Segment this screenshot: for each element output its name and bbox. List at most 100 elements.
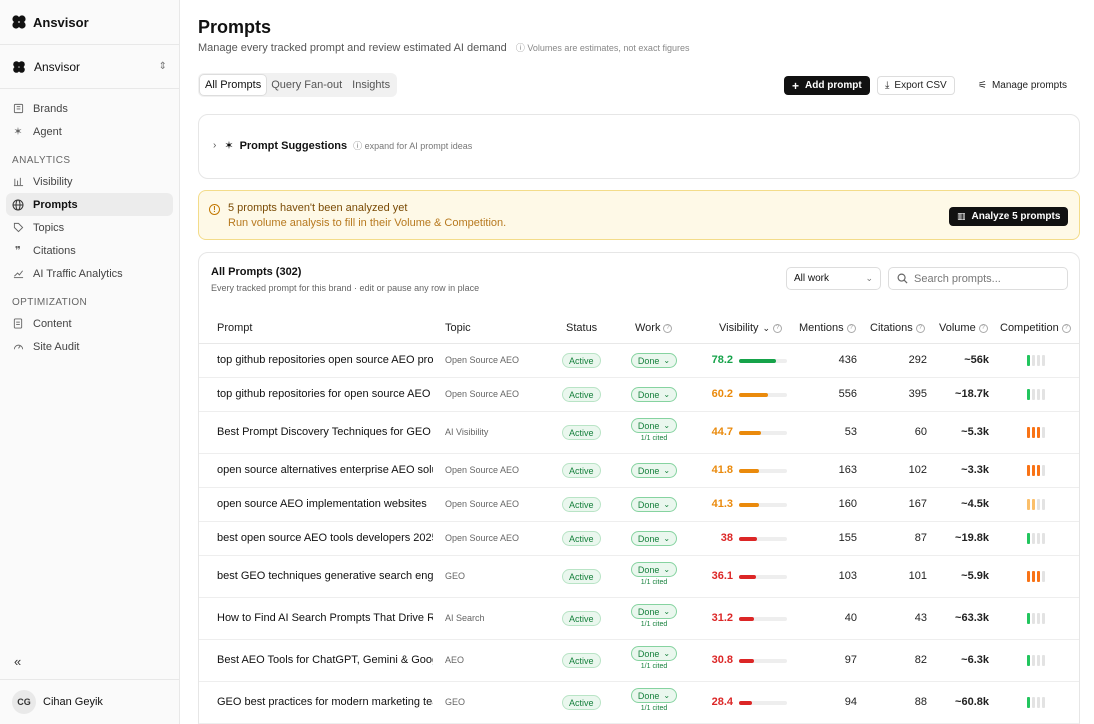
table-row[interactable]: open source alternatives enterprise AEO … xyxy=(199,454,1079,488)
work-done-badge[interactable]: Done ⌄ xyxy=(630,418,678,433)
work-status[interactable]: Done ⌄ 1/1 cited xyxy=(628,418,680,442)
sidebar-section-analytics: ANALYTICS xyxy=(12,155,71,166)
warning-body: Run volume analysis to fill in their Vol… xyxy=(228,217,507,229)
work-status[interactable]: Done ⌄ xyxy=(628,353,680,368)
status-badge[interactable]: Active xyxy=(562,653,601,668)
sidebar-item-content[interactable]: Content xyxy=(6,312,173,335)
work-done-badge[interactable]: Done ⌄ xyxy=(630,646,678,661)
work-done-badge[interactable]: Done ⌄ xyxy=(630,562,678,577)
sidebar-item-agent[interactable]: ✶ Agent xyxy=(6,120,173,143)
sidebar-item-site-audit[interactable]: Site Audit xyxy=(6,335,173,358)
status-badge[interactable]: Active xyxy=(562,353,601,368)
work-status[interactable]: Done ⌄ xyxy=(628,531,680,546)
status-badge[interactable]: Active xyxy=(562,569,601,584)
status-badge[interactable]: Active xyxy=(562,695,601,710)
table-row[interactable]: GEO best practices for modern marketing … xyxy=(199,682,1079,724)
export-csv-button[interactable]: ⤓ Export CSV xyxy=(877,76,955,95)
status-badge[interactable]: Active xyxy=(562,463,601,478)
column-header-competition[interactable]: Competition? xyxy=(1000,322,1071,334)
table-row[interactable]: Best AEO Tools for ChatGPT, Gemini & Goo… xyxy=(199,640,1079,682)
work-status[interactable]: Done ⌄ 1/1 cited xyxy=(628,562,680,586)
column-header-mentions[interactable]: Mentions? xyxy=(799,322,856,334)
analyze-prompts-button[interactable]: ▥ Analyze 5 prompts xyxy=(949,207,1069,226)
prompt-text[interactable]: Best Prompt Discovery Techniques for GEO xyxy=(217,426,433,438)
work-done-badge[interactable]: Done ⌄ xyxy=(630,463,678,478)
prompt-text[interactable]: How to Find AI Search Prompts That Drive… xyxy=(217,612,433,624)
column-header-work[interactable]: Work? xyxy=(635,322,673,334)
column-header-citations[interactable]: Citations? xyxy=(870,322,925,334)
work-status[interactable]: Done ⌄ 1/1 cited xyxy=(628,604,680,628)
cited-count: 1/1 cited xyxy=(640,663,668,670)
prompt-text[interactable]: open source alternatives enterprise AEO … xyxy=(217,464,433,476)
sidebar-item-citations[interactable]: ❞ Citations xyxy=(6,239,173,262)
prompt-text[interactable]: top github repositories open source AEO … xyxy=(217,354,433,366)
column-header-status[interactable]: Status xyxy=(566,322,597,334)
status-badge[interactable]: Active xyxy=(562,425,601,440)
citations-count: 60 xyxy=(914,426,927,438)
search-input[interactable] xyxy=(914,272,1054,285)
work-done-badge[interactable]: Done ⌄ xyxy=(630,387,678,402)
prompt-text[interactable]: best open source AEO tools developers 20… xyxy=(217,532,433,544)
status-badge[interactable]: Active xyxy=(562,387,601,402)
table-row[interactable]: top github repositories open source AEO … xyxy=(199,344,1079,378)
work-done-badge[interactable]: Done ⌄ xyxy=(630,497,678,512)
search-box[interactable] xyxy=(888,267,1068,290)
chevron-down-icon: ⌄ xyxy=(663,500,671,509)
table-row[interactable]: top github repositories for open source … xyxy=(199,378,1079,412)
work-status[interactable]: Done ⌄ xyxy=(628,387,680,402)
topic-text: Open Source AEO xyxy=(445,465,520,475)
work-done-badge[interactable]: Done ⌄ xyxy=(630,688,678,703)
prompt-text[interactable]: open source AEO implementation websites xyxy=(217,498,433,510)
column-header-prompt[interactable]: Prompt xyxy=(217,322,252,334)
user-menu[interactable]: CG Cihan Geyik xyxy=(0,679,179,724)
sidebar-item-visibility[interactable]: Visibility xyxy=(6,170,173,193)
sidebar-item-prompts[interactable]: Prompts xyxy=(6,193,173,216)
status-badge[interactable]: Active xyxy=(562,611,601,626)
chevron-down-icon: ⌄ xyxy=(663,607,671,616)
work-done-badge[interactable]: Done ⌄ xyxy=(630,604,678,619)
avatar: CG xyxy=(12,690,36,714)
column-header-volume[interactable]: Volume? xyxy=(939,322,988,334)
sidebar-item-brands[interactable]: Brands xyxy=(6,97,173,120)
sidebar-item-ai-traffic-analytics[interactable]: AI Traffic Analytics xyxy=(6,262,173,285)
sidebar-item-label: Content xyxy=(33,317,72,330)
topic-text: Open Source AEO xyxy=(445,499,520,509)
table-row[interactable]: best open source AEO tools developers 20… xyxy=(199,522,1079,556)
table-row[interactable]: open source AEO implementation websites O… xyxy=(199,488,1079,522)
work-status[interactable]: Done ⌄ xyxy=(628,497,680,512)
table-row[interactable]: best GEO techniques generative search en… xyxy=(199,556,1079,598)
prompt-text[interactable]: GEO best practices for modern marketing … xyxy=(217,696,433,708)
competition-bar xyxy=(1037,571,1040,582)
manage-prompts-button[interactable]: ⚟ Manage prompts xyxy=(978,76,1067,95)
column-header-visibility[interactable]: Visibility ⌄? xyxy=(719,322,783,334)
tab-all-prompts[interactable]: All Prompts xyxy=(200,75,267,95)
competition-bar xyxy=(1037,389,1040,400)
add-prompt-button[interactable]: + Add prompt xyxy=(784,76,870,95)
topic-text: AI Search xyxy=(445,613,485,623)
collapse-sidebar-button[interactable]: « xyxy=(14,654,21,669)
tab-query-fan-out[interactable]: Query Fan-out xyxy=(266,75,347,95)
work-filter-select[interactable]: All work ⌄ xyxy=(786,267,881,290)
document-icon xyxy=(12,318,24,330)
brand-switcher[interactable]: Ansvisor ⇕ xyxy=(0,45,179,89)
status-badge[interactable]: Active xyxy=(562,531,601,546)
prompt-text[interactable]: top github repositories for open source … xyxy=(217,388,433,400)
column-header-topic[interactable]: Topic xyxy=(445,322,471,334)
table-row[interactable]: Best Prompt Discovery Techniques for GEO… xyxy=(199,412,1079,454)
work-done-label: Done xyxy=(637,420,660,431)
work-done-badge[interactable]: Done ⌄ xyxy=(630,531,678,546)
prompt-text[interactable]: best GEO techniques generative search en… xyxy=(217,570,433,582)
table-row[interactable]: How to Find AI Search Prompts That Drive… xyxy=(199,598,1079,640)
work-status[interactable]: Done ⌄ 1/1 cited xyxy=(628,646,680,670)
prompt-text[interactable]: Best AEO Tools for ChatGPT, Gemini & Goo… xyxy=(217,654,433,666)
info-icon: ⓘ xyxy=(515,43,525,53)
prompt-suggestions-panel[interactable]: › ✶ Prompt Suggestions ⓘ expand for AI p… xyxy=(198,114,1080,179)
tab-insights[interactable]: Insights xyxy=(347,75,395,95)
status-badge[interactable]: Active xyxy=(562,497,601,512)
prompt-suggestions-header[interactable]: › ✶ Prompt Suggestions ⓘ expand for AI p… xyxy=(213,139,472,153)
sidebar-item-topics[interactable]: Topics xyxy=(6,216,173,239)
app-logo-row[interactable]: Ansvisor xyxy=(0,0,179,45)
work-done-badge[interactable]: Done ⌄ xyxy=(630,353,678,368)
work-status[interactable]: Done ⌄ xyxy=(628,463,680,478)
work-status[interactable]: Done ⌄ 1/1 cited xyxy=(628,688,680,712)
